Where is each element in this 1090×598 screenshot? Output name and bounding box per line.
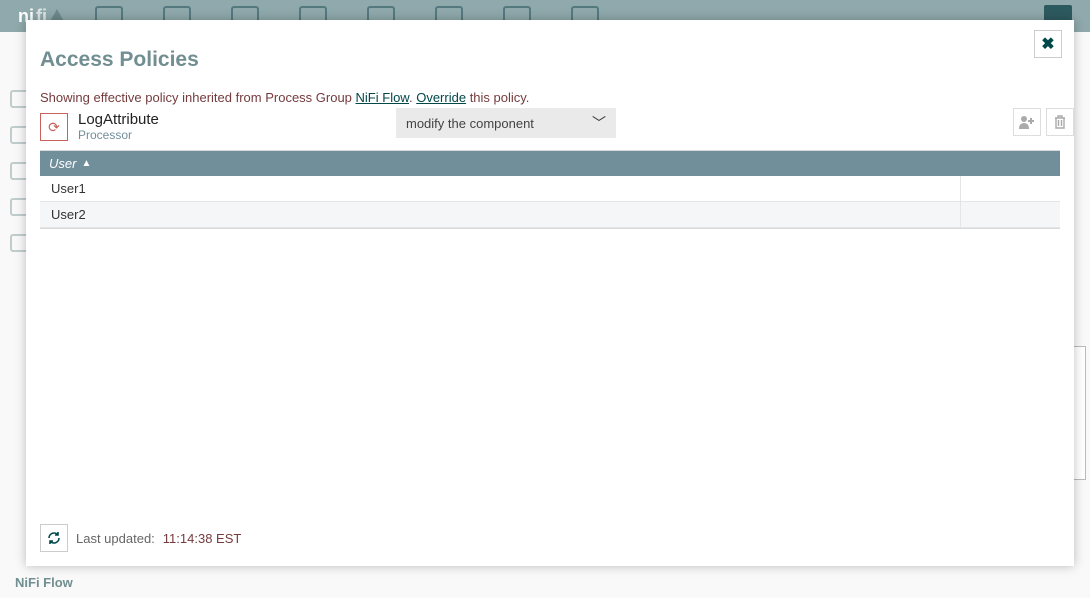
refresh-button[interactable] [40, 524, 68, 552]
refresh-icon [46, 530, 62, 546]
users-table: User ▲ User1User2 [40, 150, 1060, 229]
close-button[interactable]: ✖ [1034, 30, 1062, 58]
policy-type-value: modify the component [406, 116, 534, 131]
user-cell: User1 [40, 176, 960, 201]
breadcrumb[interactable]: NiFi Flow [15, 575, 73, 590]
actions-cell [960, 176, 1060, 201]
component-row: ⟳ LogAttribute Processor modify the comp… [26, 110, 1074, 144]
policy-inheritance-message: Showing effective policy inherited from … [26, 80, 1074, 110]
override-link[interactable]: Override [416, 90, 466, 105]
user-cell: User2 [40, 202, 960, 227]
dialog-title: Access Policies [26, 20, 1074, 80]
column-user: User [49, 156, 76, 171]
add-user-button[interactable] [1013, 108, 1041, 136]
table-row[interactable]: User1 [40, 176, 1060, 202]
table-body: User1User2 [40, 176, 1060, 228]
dialog-footer: Last updated: 11:14:38 EST [26, 524, 1074, 566]
sort-asc-icon: ▲ [81, 158, 91, 169]
delete-policy-button[interactable] [1046, 108, 1074, 136]
chevron-down-icon: ﹀ [592, 113, 606, 133]
last-updated-label: Last updated: [76, 531, 155, 546]
msg-suffix: this policy. [466, 90, 529, 105]
access-policies-dialog: ✖ Access Policies Showing effective poli… [26, 20, 1074, 566]
table-header[interactable]: User ▲ [40, 151, 1060, 176]
last-updated-time: 11:14:38 EST [163, 531, 242, 546]
table-row[interactable]: User2 [40, 202, 1060, 228]
component-text: LogAttribute Processor [78, 111, 159, 142]
trash-icon [1054, 115, 1066, 129]
policy-actions [1013, 108, 1074, 136]
parent-group-link[interactable]: NiFi Flow [356, 90, 409, 105]
actions-cell [960, 202, 1060, 227]
msg-prefix: Showing effective policy inherited from … [40, 90, 356, 105]
policy-type-select[interactable]: modify the component ﹀ [396, 108, 616, 138]
component-name: LogAttribute [78, 111, 159, 128]
processor-icon: ⟳ [40, 113, 68, 141]
add-user-icon [1019, 115, 1035, 129]
component-type: Processor [78, 129, 159, 143]
